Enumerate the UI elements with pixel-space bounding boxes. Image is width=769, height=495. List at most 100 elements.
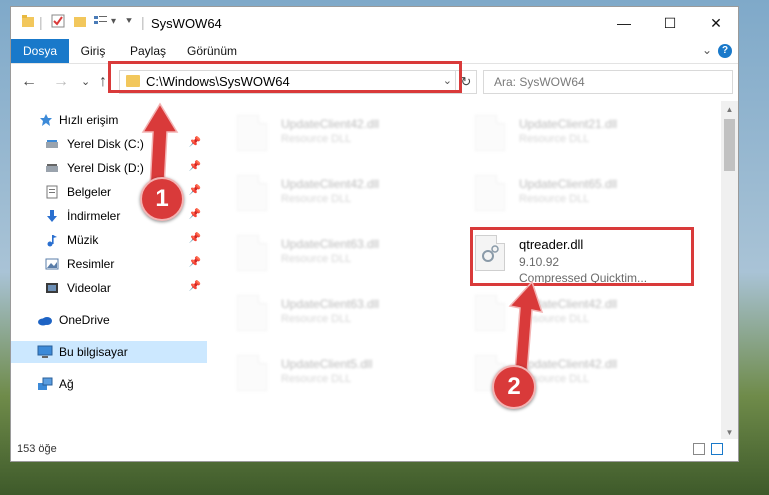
large-icons-view-icon[interactable] — [711, 443, 723, 455]
pin-icon: 📌 — [188, 185, 201, 196]
sidebar-item-label: Belgeler — [67, 185, 112, 199]
pin-icon: 📌 — [188, 137, 201, 148]
file-highlight-box — [470, 227, 694, 286]
ribbon-expand-icon[interactable]: ⌄ — [702, 43, 712, 57]
step-1-badge: 1 — [140, 177, 184, 221]
dll-file-icon — [475, 175, 505, 211]
file-item[interactable]: UpdateClient63.dll Resource DLL — [209, 227, 439, 277]
properties-check-icon[interactable] — [51, 14, 65, 31]
sidebar-item-label: İndirmeler — [67, 209, 121, 223]
drive-icon — [45, 137, 59, 151]
help-icon[interactable]: ? — [718, 44, 732, 58]
step-2-badge: 2 — [492, 365, 536, 409]
maximize-button[interactable]: ☐ — [647, 7, 693, 39]
forward-button[interactable]: → — [53, 72, 69, 92]
file-item[interactable]: UpdateClient42.dll Resource DLL — [447, 287, 677, 337]
file-name: UpdateClient5.dll — [281, 357, 373, 371]
pin-icon: 📌 — [188, 281, 201, 292]
sidebar-item-videos[interactable]: Videolar 📌 — [11, 277, 207, 299]
dll-file-icon — [237, 235, 267, 271]
sidebar-item-label: Ağ — [59, 377, 74, 391]
sidebar-item-onedrive[interactable]: OneDrive — [11, 309, 207, 331]
file-name: UpdateClient21.dll — [519, 117, 618, 131]
status-bar: 153 öğe — [11, 439, 738, 461]
file-name: UpdateClient42.dll — [519, 357, 618, 371]
toolbar-separator: | — [39, 14, 43, 30]
file-name: UpdateClient63.dll — [281, 237, 380, 251]
sidebar-item-drive-c[interactable]: Yerel Disk (C:) 📌 — [11, 133, 207, 155]
file-type: Resource DLL — [281, 253, 352, 265]
file-item[interactable]: UpdateClient5.dll Resource DLL — [209, 347, 439, 397]
scroll-thumb[interactable] — [724, 119, 735, 171]
dll-file-icon — [237, 355, 267, 391]
folder-icon[interactable] — [21, 14, 35, 31]
computer-icon — [37, 345, 53, 359]
search-input[interactable]: Ara: SysWOW64 — [483, 70, 733, 94]
file-item[interactable]: UpdateClient42.dll Resource DLL — [209, 167, 439, 217]
file-item[interactable]: UpdateClient65.dll Resource DLL — [447, 167, 677, 217]
file-type: Resource DLL — [281, 373, 352, 385]
sidebar-item-this-pc[interactable]: Bu bilgisayar — [11, 341, 207, 363]
sidebar-item-label: Müzik — [67, 233, 99, 247]
tab-home[interactable]: Giriş — [73, 39, 113, 63]
file-name: UpdateClient65.dll — [519, 177, 618, 191]
navigation-pane: Hızlı erişim Yerel Disk (C:) 📌 Yerel Dis… — [11, 101, 207, 441]
up-button[interactable]: ↑ — [99, 72, 107, 92]
title-separator: | — [141, 14, 145, 30]
recent-locations-button[interactable]: ⌄ — [81, 72, 90, 92]
scroll-up-icon[interactable]: ▲ — [721, 101, 738, 118]
cloud-icon — [37, 313, 52, 327]
dll-file-icon — [237, 115, 267, 151]
sidebar-item-quick-access[interactable]: Hızlı erişim — [11, 109, 207, 131]
minimize-button[interactable]: — — [601, 7, 647, 39]
sidebar-item-label: Hızlı erişim — [59, 113, 119, 127]
sidebar-item-label: Videolar — [67, 281, 111, 295]
vertical-scrollbar[interactable]: ▲ ▼ — [721, 101, 738, 441]
new-folder-icon[interactable] — [73, 14, 87, 31]
pin-icon: 📌 — [188, 233, 201, 244]
file-type: Resource DLL — [519, 193, 590, 205]
search-placeholder: Ara: SysWOW64 — [494, 75, 585, 89]
view-menu-icon[interactable] — [93, 14, 109, 31]
tab-share[interactable]: Paylaş — [123, 39, 173, 63]
file-name: UpdateClient63.dll — [281, 297, 380, 311]
sidebar-item-drive-d[interactable]: Yerel Disk (D:) 📌 — [11, 157, 207, 179]
dll-file-icon — [475, 295, 505, 331]
sidebar-item-network[interactable]: Ağ — [11, 373, 207, 395]
dll-file-icon — [475, 115, 505, 151]
address-highlight-box — [108, 61, 462, 93]
file-type: Resource DLL — [519, 313, 590, 325]
pin-icon: 📌 — [188, 161, 201, 172]
sidebar-item-label: OneDrive — [59, 313, 110, 327]
dll-file-icon — [237, 295, 267, 331]
tab-file[interactable]: Dosya — [11, 39, 69, 63]
sidebar-item-label: Yerel Disk (C:) — [67, 137, 144, 151]
file-name: UpdateClient42.dll — [519, 297, 618, 311]
file-item[interactable]: UpdateClient42.dll Resource DLL — [447, 347, 677, 397]
chevron-down-icon[interactable]: ▾ — [111, 14, 116, 30]
window-title: SysWOW64 — [151, 16, 222, 31]
back-button[interactable]: ← — [21, 72, 37, 92]
download-icon — [45, 209, 59, 223]
pin-icon: 📌 — [188, 257, 201, 268]
file-item[interactable]: UpdateClient63.dll Resource DLL — [209, 287, 439, 337]
customize-dropdown-icon[interactable]: ⯆ — [125, 14, 133, 30]
network-icon — [37, 377, 53, 391]
file-item[interactable]: UpdateClient21.dll Resource DLL — [447, 107, 677, 157]
item-count: 153 öğe — [17, 443, 57, 455]
sidebar-item-music[interactable]: Müzik 📌 — [11, 229, 207, 251]
file-item[interactable]: UpdateClient42.dll Resource DLL — [209, 107, 439, 157]
star-icon — [39, 113, 53, 127]
video-icon — [45, 281, 59, 295]
details-view-icon[interactable] — [693, 443, 705, 455]
pictures-icon — [45, 257, 59, 271]
file-type: Resource DLL — [281, 193, 352, 205]
sidebar-item-label: Resimler — [67, 257, 115, 271]
music-icon — [45, 233, 59, 247]
tab-view[interactable]: Görünüm — [181, 39, 243, 63]
sidebar-item-label: Bu bilgisayar — [59, 345, 128, 359]
file-name: UpdateClient42.dll — [281, 177, 380, 191]
close-button[interactable]: ✕ — [693, 7, 738, 39]
sidebar-item-pictures[interactable]: Resimler 📌 — [11, 253, 207, 275]
title-bar: | ▾ ⯆ | SysWOW64 — ☐ ✕ — [11, 7, 738, 39]
